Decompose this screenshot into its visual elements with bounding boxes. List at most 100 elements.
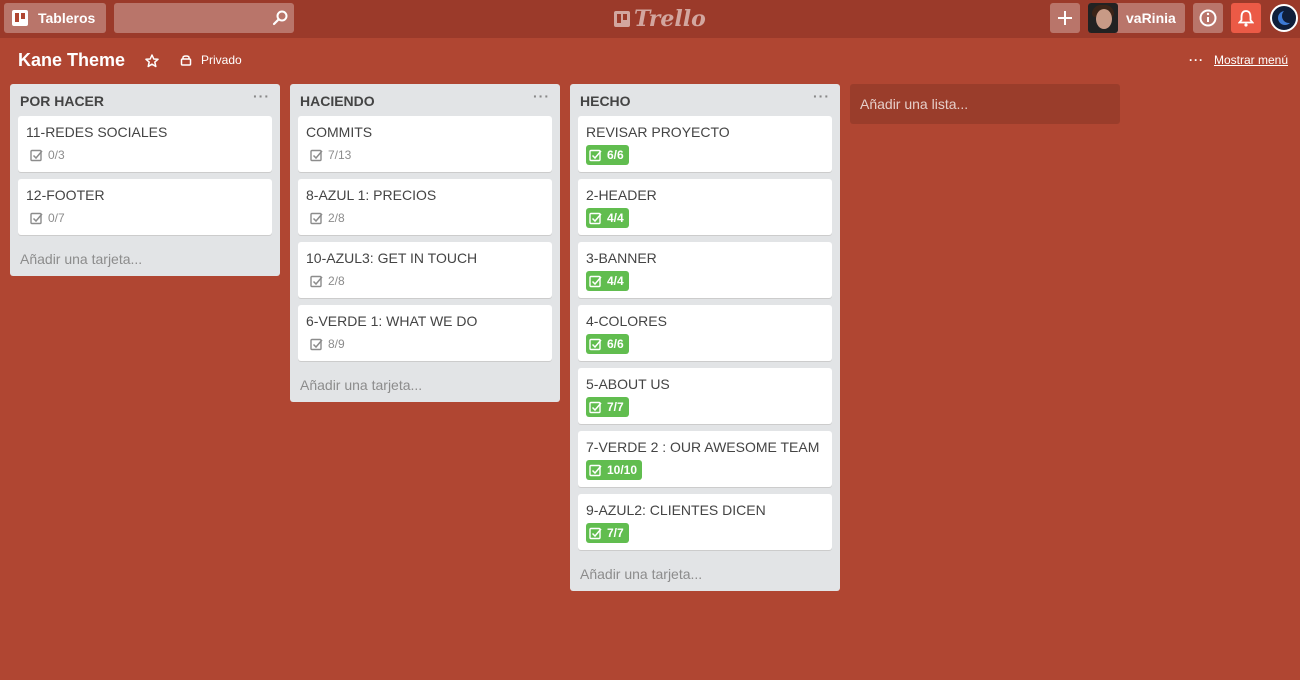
checklist-badge: 0/7 — [26, 208, 69, 228]
checklist-count: 6/6 — [607, 148, 624, 162]
list-title[interactable]: HECHO — [580, 93, 631, 109]
checklist-badge: 8/9 — [306, 334, 349, 354]
checklist-badge-complete: 6/6 — [586, 334, 629, 354]
checklist-count: 0/7 — [48, 211, 65, 225]
card[interactable]: 10-AZUL3: GET IN TOUCH 2/8 — [298, 242, 552, 298]
checklist-badge: 7/13 — [306, 145, 355, 165]
boards-button[interactable]: Tableros — [4, 3, 106, 33]
checklist-icon — [589, 212, 602, 224]
checklist-icon — [30, 149, 43, 161]
list-por-hacer: POR HACER ··· 11-REDES SOCIALES 0/3 12-F… — [10, 84, 280, 276]
checklist-icon — [30, 212, 43, 224]
checklist-icon — [589, 275, 602, 287]
menu-dots-icon: ··· — [1188, 53, 1204, 67]
card[interactable]: 9-AZUL2: CLIENTES DICEN 7/7 — [578, 494, 832, 550]
checklist-icon — [310, 275, 323, 287]
moon-icon — [1270, 4, 1298, 32]
app-switcher-button[interactable] — [1269, 3, 1299, 33]
checklist-badge-complete: 4/4 — [586, 271, 629, 291]
board-title[interactable]: Kane Theme — [18, 50, 125, 71]
card[interactable]: COMMITS 7/13 — [298, 116, 552, 172]
show-menu-label: Mostrar menú — [1213, 53, 1288, 67]
checklist-icon — [589, 149, 602, 161]
checklist-count: 4/4 — [607, 211, 624, 225]
list-menu-icon[interactable]: ··· — [813, 88, 830, 104]
card-title: 12-FOOTER — [26, 187, 105, 203]
top-header: Tableros Trello vaRinia — [0, 0, 1300, 38]
checklist-count: 6/6 — [607, 337, 624, 351]
list-header: HECHO ··· — [570, 84, 840, 116]
list-menu-icon[interactable]: ··· — [533, 88, 550, 104]
list-hecho: HECHO ··· REVISAR PROYECTO 6/6 2-HEADER … — [570, 84, 840, 591]
add-card-button[interactable]: Añadir una tarjeta... — [570, 557, 840, 591]
card-title: 5-ABOUT US — [586, 376, 670, 392]
checklist-badge: 0/3 — [26, 145, 69, 165]
info-button[interactable] — [1193, 3, 1223, 33]
checklist-badge: 2/8 — [306, 208, 349, 228]
checklist-count: 10/10 — [607, 463, 638, 477]
card[interactable]: 5-ABOUT US 7/7 — [578, 368, 832, 424]
plus-icon — [1058, 11, 1072, 25]
add-button[interactable] — [1050, 3, 1080, 33]
add-card-button[interactable]: Añadir una tarjeta... — [290, 368, 560, 402]
list-menu-icon[interactable]: ··· — [253, 88, 270, 104]
star-icon[interactable] — [145, 54, 159, 68]
card[interactable]: 3-BANNER 4/4 — [578, 242, 832, 298]
info-icon — [1199, 9, 1217, 27]
add-card-button[interactable]: Añadir una tarjeta... — [10, 242, 280, 276]
checklist-count: 7/7 — [607, 526, 624, 540]
logo-text: Trello — [634, 6, 706, 32]
checklist-badge-complete: 6/6 — [586, 145, 629, 165]
card[interactable]: 11-REDES SOCIALES 0/3 — [18, 116, 272, 172]
search-icon[interactable] — [272, 10, 288, 26]
checklist-count: 8/9 — [328, 337, 345, 351]
card[interactable]: 12-FOOTER 0/7 — [18, 179, 272, 235]
card[interactable]: 8-AZUL 1: PRECIOS 2/8 — [298, 179, 552, 235]
list-haciendo: HACIENDO ··· COMMITS 7/13 8-AZUL 1: PREC… — [290, 84, 560, 402]
checklist-count: 4/4 — [607, 274, 624, 288]
lock-icon — [180, 55, 192, 66]
privacy-button[interactable]: Privado — [180, 53, 242, 67]
notifications-button[interactable] — [1231, 3, 1261, 33]
checklist-icon — [589, 338, 602, 350]
user-name: vaRinia — [1126, 10, 1176, 26]
list-header: POR HACER ··· — [10, 84, 280, 116]
card-title: 3-BANNER — [586, 250, 657, 266]
list-title[interactable]: POR HACER — [20, 93, 104, 109]
show-menu-button[interactable]: ··· Mostrar menú — [1189, 53, 1288, 67]
card-title: 4-COLORES — [586, 313, 667, 329]
card[interactable]: 2-HEADER 4/4 — [578, 179, 832, 235]
checklist-badge: 2/8 — [306, 271, 349, 291]
checklist-icon — [310, 149, 323, 161]
checklist-count: 2/8 — [328, 211, 345, 225]
checklist-count: 7/13 — [328, 148, 352, 162]
checklist-icon — [589, 464, 602, 476]
checklist-icon — [589, 527, 602, 539]
checklist-badge-complete: 7/7 — [586, 523, 629, 543]
card-title: 11-REDES SOCIALES — [26, 124, 168, 140]
add-list-button[interactable]: Añadir una lista... — [850, 84, 1120, 124]
card-title: 9-AZUL2: CLIENTES DICEN — [586, 502, 766, 518]
checklist-icon — [589, 401, 602, 413]
card-title: REVISAR PROYECTO — [586, 124, 730, 140]
card[interactable]: 7-VERDE 2 : OUR AWESOME TEAM 10/10 — [578, 431, 832, 487]
checklist-count: 7/7 — [607, 400, 624, 414]
avatar — [1088, 3, 1118, 33]
search-input[interactable] — [114, 3, 264, 33]
checklist-badge-complete: 7/7 — [586, 397, 629, 417]
trello-logo-icon — [614, 11, 630, 27]
card-title: 6-VERDE 1: WHAT WE DO — [306, 313, 478, 329]
list-title[interactable]: HACIENDO — [300, 93, 375, 109]
boards-icon — [12, 10, 28, 26]
card[interactable]: 6-VERDE 1: WHAT WE DO 8/9 — [298, 305, 552, 361]
bell-icon — [1238, 10, 1254, 27]
trello-logo[interactable]: Trello — [614, 5, 706, 33]
card[interactable]: REVISAR PROYECTO 6/6 — [578, 116, 832, 172]
card[interactable]: 4-COLORES 6/6 — [578, 305, 832, 361]
checklist-badge-complete: 4/4 — [586, 208, 629, 228]
checklist-icon — [310, 338, 323, 350]
checklist-icon — [310, 212, 323, 224]
card-title: 10-AZUL3: GET IN TOUCH — [306, 250, 478, 266]
user-menu-button[interactable]: vaRinia — [1088, 3, 1185, 33]
checklist-badge-complete: 10/10 — [586, 460, 643, 480]
